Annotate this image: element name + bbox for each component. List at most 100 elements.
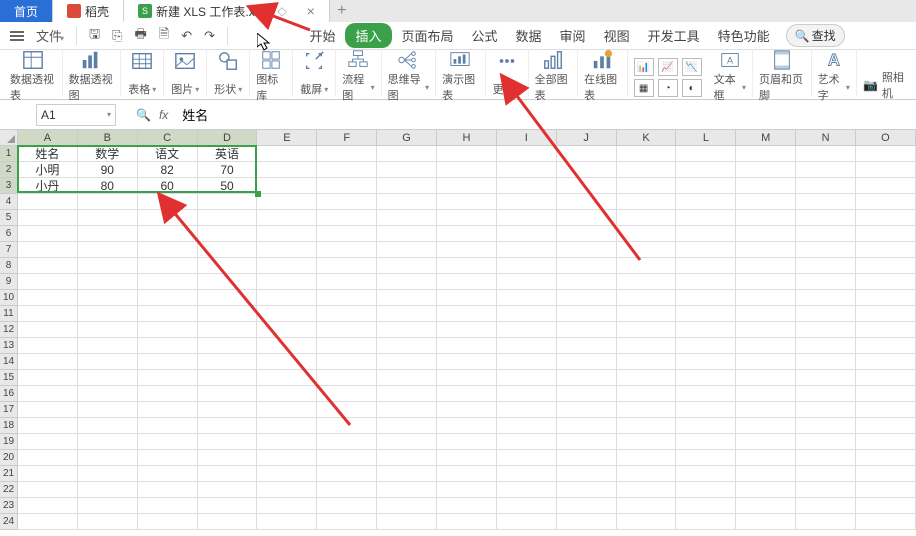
cell[interactable] <box>317 322 377 338</box>
cell[interactable] <box>736 370 796 386</box>
cell[interactable] <box>856 498 916 514</box>
cell[interactable] <box>138 482 198 498</box>
row-header-18[interactable]: 18 <box>0 418 18 434</box>
cell[interactable] <box>796 434 856 450</box>
cell[interactable] <box>676 258 736 274</box>
cell[interactable] <box>497 498 557 514</box>
cell[interactable] <box>676 210 736 226</box>
cell[interactable] <box>257 514 317 530</box>
mini-chart-2[interactable]: 📈 <box>658 58 678 76</box>
col-header-A[interactable]: A <box>18 130 78 146</box>
cell[interactable] <box>377 162 437 178</box>
cell[interactable] <box>198 274 258 290</box>
cell[interactable] <box>138 402 198 418</box>
cell[interactable] <box>437 258 497 274</box>
cell[interactable] <box>497 386 557 402</box>
cell[interactable] <box>377 482 437 498</box>
cell[interactable] <box>18 434 78 450</box>
cell[interactable] <box>676 354 736 370</box>
cell[interactable] <box>317 210 377 226</box>
cell[interactable] <box>497 178 557 194</box>
cell[interactable] <box>617 242 677 258</box>
cell[interactable] <box>676 370 736 386</box>
cell[interactable] <box>497 194 557 210</box>
cell[interactable] <box>198 322 258 338</box>
cell[interactable] <box>676 322 736 338</box>
cell[interactable] <box>18 274 78 290</box>
cell[interactable] <box>198 290 258 306</box>
cell[interactable] <box>138 450 198 466</box>
cell[interactable] <box>257 210 317 226</box>
ribbon-flowchart[interactable]: 流程图▾ <box>336 49 381 97</box>
cell[interactable] <box>557 466 617 482</box>
cell[interactable] <box>617 258 677 274</box>
cell[interactable] <box>676 386 736 402</box>
mini-chart-1[interactable]: 📊 <box>634 58 654 76</box>
cell[interactable] <box>796 178 856 194</box>
cell[interactable] <box>377 434 437 450</box>
cell[interactable] <box>856 450 916 466</box>
cell[interactable] <box>317 450 377 466</box>
cell[interactable] <box>138 226 198 242</box>
cell[interactable] <box>676 514 736 530</box>
cell[interactable] <box>78 258 138 274</box>
cell[interactable] <box>198 386 258 402</box>
cell[interactable] <box>736 226 796 242</box>
cell[interactable] <box>617 418 677 434</box>
cell[interactable] <box>377 338 437 354</box>
cell[interactable] <box>437 210 497 226</box>
cell[interactable] <box>138 386 198 402</box>
menu-insert[interactable]: 插入 <box>345 23 391 48</box>
cell[interactable] <box>617 498 677 514</box>
cell[interactable] <box>557 146 617 162</box>
print-icon[interactable]: 🖶 <box>131 23 151 49</box>
cell[interactable]: 语文 <box>138 146 198 162</box>
cell[interactable] <box>796 290 856 306</box>
cell[interactable] <box>617 306 677 322</box>
cell[interactable] <box>377 402 437 418</box>
col-header-F[interactable]: F <box>317 130 377 146</box>
cell[interactable] <box>557 482 617 498</box>
saveas-icon[interactable]: ⎘ <box>108 26 126 46</box>
pin-icon[interactable]: ◇ <box>277 4 286 18</box>
cell[interactable] <box>676 306 736 322</box>
cell[interactable] <box>257 466 317 482</box>
ribbon-wordart[interactable]: A 艺术字▾ <box>812 49 857 97</box>
cell[interactable] <box>497 482 557 498</box>
cell[interactable] <box>18 482 78 498</box>
cell[interactable] <box>198 418 258 434</box>
cell[interactable] <box>617 194 677 210</box>
cell[interactable] <box>78 466 138 482</box>
cell[interactable] <box>497 258 557 274</box>
cell[interactable] <box>257 290 317 306</box>
redo-icon[interactable]: ↷ <box>200 26 219 46</box>
cell[interactable] <box>497 162 557 178</box>
cell[interactable] <box>437 386 497 402</box>
ribbon-camera[interactable]: 📷 照相机 <box>857 73 912 97</box>
cell[interactable] <box>377 226 437 242</box>
cell[interactable] <box>78 482 138 498</box>
cell[interactable] <box>497 338 557 354</box>
cell[interactable] <box>676 434 736 450</box>
select-all-corner[interactable] <box>0 130 18 146</box>
cell[interactable] <box>736 178 796 194</box>
cell[interactable] <box>497 242 557 258</box>
cell[interactable] <box>18 498 78 514</box>
cell[interactable] <box>18 418 78 434</box>
cell[interactable] <box>317 514 377 530</box>
row-header-5[interactable]: 5 <box>0 210 18 226</box>
mini-chart-3[interactable]: 📉 <box>682 58 702 76</box>
cell[interactable] <box>736 322 796 338</box>
cell[interactable] <box>736 498 796 514</box>
cell[interactable] <box>676 178 736 194</box>
cell[interactable] <box>796 482 856 498</box>
menu-start[interactable]: 开始 <box>301 22 343 49</box>
cell[interactable] <box>377 242 437 258</box>
col-header-K[interactable]: K <box>617 130 677 146</box>
ribbon-pivot-table[interactable]: 数据透视表 <box>4 49 63 97</box>
cell[interactable] <box>676 466 736 482</box>
cell[interactable] <box>676 162 736 178</box>
cell[interactable] <box>138 514 198 530</box>
cell[interactable] <box>18 514 78 530</box>
cell[interactable] <box>736 434 796 450</box>
